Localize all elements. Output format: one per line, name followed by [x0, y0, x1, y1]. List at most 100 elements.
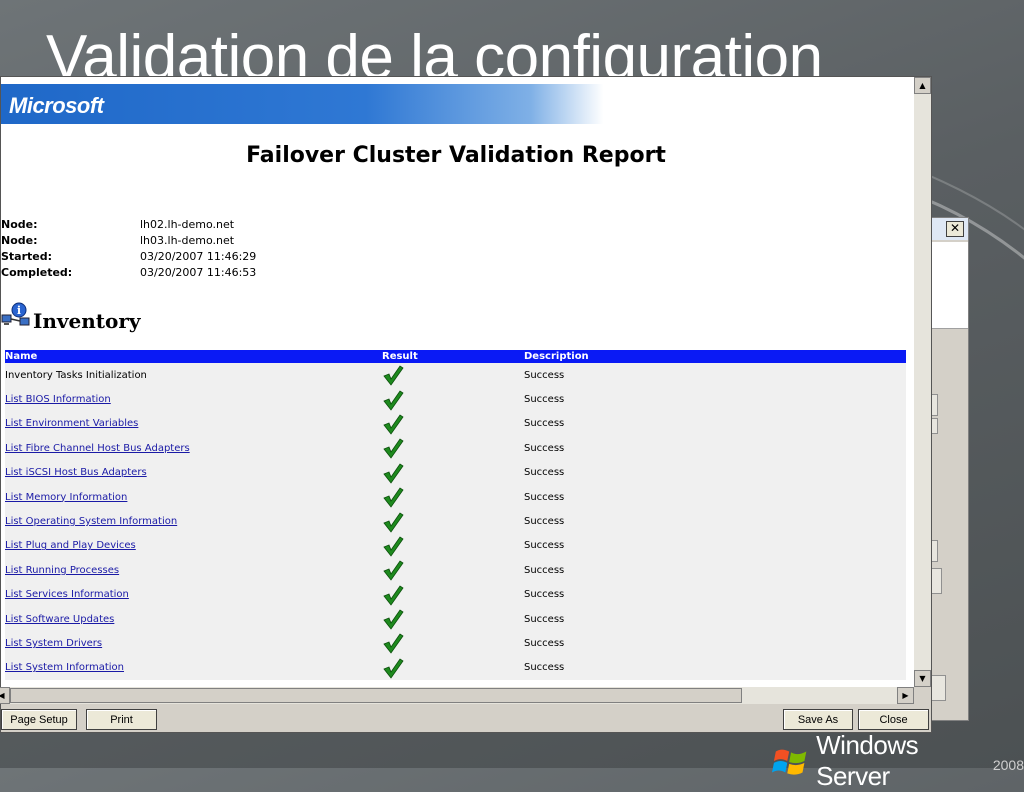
row-description-cell: Success [524, 533, 906, 559]
table-row: List Services Information Success [5, 582, 906, 607]
row-name-cell: List Plug and Play Devices [5, 533, 382, 559]
report-metadata: Node: lh02.lh-demo.net Node: lh03.lh-demo.… [1, 218, 256, 282]
row-name-cell: Inventory Tasks Initialization [5, 363, 382, 388]
windows-server-logo: Windows Server 2008 [772, 730, 1024, 792]
row-description-cell: Success [524, 484, 906, 510]
row-name-cell: List Operating System Information [5, 509, 382, 534]
scroll-left-button[interactable]: ◀ [0, 687, 10, 704]
row-name-cell: List System Information [5, 655, 382, 681]
row-name-link[interactable]: List iSCSI Host Bus Adapters [5, 467, 147, 478]
table-row: List Plug and Play Devices Success [5, 533, 906, 559]
table-row: List Environment Variables Success [5, 411, 906, 437]
row-name-cell: List System Drivers [5, 631, 382, 656]
row-name-link[interactable]: List Running Processes [5, 565, 119, 576]
row-name-link[interactable]: List Environment Variables [5, 418, 138, 429]
page-setup-button[interactable]: Page Setup [1, 709, 77, 730]
print-button[interactable]: Print [86, 709, 157, 730]
row-description-cell: Success [524, 411, 906, 437]
row-name-link[interactable]: List Fibre Channel Host Bus Adapters [5, 443, 190, 454]
green-check-icon [383, 609, 404, 630]
scroll-right-button[interactable]: ▶ [897, 687, 914, 704]
inventory-section-header: i Inventory [1, 299, 141, 333]
green-check-icon [383, 438, 404, 460]
green-check-icon [383, 658, 404, 679]
row-name-link[interactable]: List System Drivers [5, 638, 102, 649]
row-description-cell: Success [524, 631, 906, 656]
row-result-cell [382, 363, 524, 388]
row-name-link[interactable]: List System Information [5, 662, 124, 673]
row-result-cell [382, 484, 524, 510]
horizontal-scrollbar[interactable]: ◀ ▶ [0, 687, 914, 704]
table-row: List Memory Information Success [5, 484, 906, 510]
row-description-cell: Success [524, 606, 906, 632]
column-header-result: Result [382, 350, 524, 363]
horizontal-scroll-thumb[interactable] [10, 688, 742, 703]
svg-text:i: i [17, 304, 21, 317]
row-name-link[interactable]: List Operating System Information [5, 516, 177, 527]
button-bar: Page Setup Print Save As Close [1, 705, 931, 732]
vertical-scrollbar[interactable]: ▲ ▼ [914, 77, 931, 687]
green-check-icon [383, 585, 404, 606]
green-check-icon [383, 414, 404, 435]
meta-label: Node: [1, 218, 38, 231]
row-name-cell: List Environment Variables [5, 411, 382, 437]
meta-label: Node: [1, 234, 38, 247]
row-name-link[interactable]: List Plug and Play Devices [5, 540, 136, 551]
inventory-results-table: Name Result Description Inventory Tasks … [5, 350, 906, 681]
table-header-row: Name Result Description [5, 350, 906, 363]
row-description-cell: Success [524, 436, 906, 461]
table-row: List System Information Success [5, 655, 906, 681]
column-header-name: Name [5, 350, 382, 363]
windows-flag-icon [772, 749, 807, 775]
inventory-network-icon: i [1, 302, 30, 326]
meta-row: Completed: 03/20/2007 11:46:53 [1, 266, 256, 282]
row-name-link[interactable]: List BIOS Information [5, 394, 111, 405]
green-check-icon [383, 487, 404, 508]
report-viewport: Microsoft Failover Cluster Validation Re… [1, 77, 914, 687]
scroll-down-button[interactable]: ▼ [914, 670, 931, 687]
section-title: Inventory [33, 309, 141, 333]
table-row: List BIOS Information Success [5, 387, 906, 412]
row-result-cell [382, 387, 524, 412]
microsoft-logo: Microsoft [9, 93, 104, 118]
meta-label: Completed: [1, 266, 73, 279]
table-row: List Running Processes Success [5, 558, 906, 583]
table-row: List Operating System Information Success [5, 509, 906, 534]
windows-server-year: 2008 [992, 757, 1024, 773]
green-check-icon [383, 463, 404, 484]
close-button[interactable]: Close [858, 709, 929, 730]
row-name-text: Inventory Tasks Initialization [5, 369, 147, 381]
report-title: Failover Cluster Validation Report [246, 143, 666, 168]
green-check-icon [383, 365, 404, 386]
green-check-icon [383, 390, 404, 411]
row-result-cell [382, 436, 524, 461]
row-description-cell: Success [524, 363, 906, 388]
table-row: List System Drivers Success [5, 631, 906, 656]
table-row: List iSCSI Host Bus Adapters Success [5, 460, 906, 485]
table-row: List Software Updates Success [5, 606, 906, 632]
row-result-cell [382, 411, 524, 437]
row-name-cell: List iSCSI Host Bus Adapters [5, 460, 382, 485]
scroll-up-button[interactable]: ▲ [914, 77, 931, 94]
row-result-cell [382, 631, 524, 656]
row-name-link[interactable]: List Software Updates [5, 614, 114, 625]
row-name-link[interactable]: List Services Information [5, 589, 129, 600]
meta-value: lh02.lh-demo.net [140, 218, 235, 231]
row-name-cell: List Services Information [5, 582, 382, 607]
row-name-cell: List Fibre Channel Host Bus Adapters [5, 436, 382, 461]
row-result-cell [382, 509, 524, 534]
save-as-button[interactable]: Save As [783, 709, 853, 730]
windows-server-text: Windows Server [816, 730, 919, 791]
meta-row: Node: lh03.lh-demo.net [1, 234, 256, 250]
meta-value: 03/20/2007 11:46:29 [140, 250, 257, 263]
background-dialog-close-icon[interactable]: ✕ [946, 221, 964, 237]
row-name-link[interactable]: List Memory Information [5, 492, 127, 503]
meta-label: Started: [1, 250, 53, 263]
row-result-cell [382, 460, 524, 485]
column-header-description: Description [524, 350, 906, 363]
row-name-cell: List Running Processes [5, 558, 382, 583]
row-name-cell: List Memory Information [5, 484, 382, 510]
meta-row: Node: lh02.lh-demo.net [1, 218, 256, 234]
row-name-cell: List BIOS Information [5, 387, 382, 412]
row-result-cell [382, 606, 524, 632]
